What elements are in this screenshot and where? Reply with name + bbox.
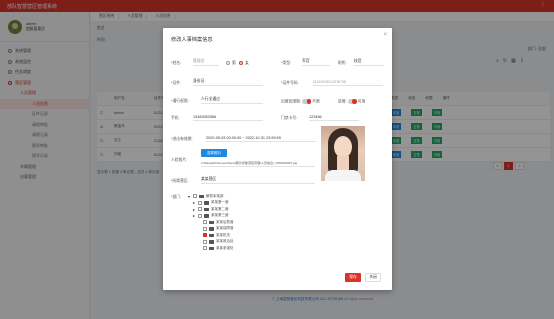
- door-card-label: 门禁卡号:: [281, 116, 298, 120]
- folder-icon: [209, 246, 214, 250]
- tree-node[interactable]: ▸ 某某第三营: [188, 213, 234, 220]
- save-button[interactable]: 保存: [345, 273, 361, 282]
- folder-icon: [209, 227, 214, 231]
- folder-icon: [204, 207, 209, 211]
- cert-type-label: *证件:: [171, 81, 182, 85]
- tree-node[interactable]: ▸ 某某第二营: [188, 206, 234, 213]
- cert-no-label: *证件号码:: [281, 81, 299, 85]
- in-label: 进营: 可用: [338, 99, 366, 104]
- tree-checkbox[interactable]: [198, 213, 202, 218]
- phone-field[interactable]: 13482552566: [193, 113, 263, 121]
- tree-checkbox[interactable]: [203, 239, 207, 244]
- camp-label: *所属营区:: [171, 179, 189, 183]
- out-limit-toggle[interactable]: [302, 99, 312, 104]
- close-icon[interactable]: ×: [383, 32, 387, 38]
- gender-male-radio[interactable]: [226, 61, 230, 65]
- folder-icon: [199, 194, 204, 198]
- folder-icon: [209, 240, 214, 244]
- tree-checkbox[interactable]: [198, 200, 202, 205]
- folder-icon: [209, 233, 214, 237]
- choose-photo-button[interactable]: 选择照片: [201, 149, 227, 157]
- cancel-button[interactable]: 关闭: [365, 273, 381, 282]
- validity-label: *进出有效期:: [171, 137, 193, 141]
- folder-icon: [204, 201, 209, 205]
- phone-label: 手机:: [171, 116, 180, 120]
- name-field[interactable]: 管理员: [193, 58, 219, 66]
- pass-permission-label: *通行权限:: [171, 99, 189, 103]
- pass-permission-select[interactable]: 人行全通过: [201, 96, 263, 104]
- face-photo-preview: [321, 126, 365, 181]
- tree-checkbox[interactable]: [198, 207, 202, 212]
- tree-node[interactable]: ▸ 某某第一营: [188, 200, 234, 207]
- cert-type-select[interactable]: 身份证: [193, 78, 263, 86]
- tree-checkbox[interactable]: [203, 226, 207, 231]
- camp-select[interactable]: 某某营区: [201, 176, 315, 184]
- type-label: *类型:: [281, 61, 292, 65]
- tree-checkbox[interactable]: [203, 246, 207, 251]
- face-photo-label: 人脸照片:: [171, 158, 188, 162]
- cert-no-field[interactable]: 512130190112190738: [313, 78, 383, 86]
- folder-icon: [204, 214, 209, 218]
- dialog-title: 修改人事档案信息: [171, 37, 213, 43]
- validity-range-field[interactable]: 2020-05-03 00:00:00 ~ 2022-10-31 23:59:5…: [206, 134, 316, 142]
- out-limit-label: 出营区限制: 不限: [281, 99, 320, 104]
- door-card-field[interactable]: 123456: [309, 113, 359, 121]
- rank-select[interactable]: 校官: [354, 58, 384, 66]
- tree-checkbox[interactable]: [203, 220, 207, 225]
- edit-personnel-dialog: 修改人事档案信息 × *姓名: 管理员 男 女 *类型: 军官 职衔: 校官 *…: [163, 28, 392, 290]
- tree-node[interactable]: 某某参谋处: [188, 245, 234, 252]
- gender-radio-group: 男 女: [226, 61, 249, 66]
- tree-checkbox[interactable]: [193, 194, 197, 199]
- rank-label: 职衔:: [338, 61, 347, 65]
- dept-label: *部门:: [171, 195, 182, 199]
- name-label: *姓名:: [171, 61, 182, 65]
- folder-icon: [209, 220, 214, 224]
- dept-tree: ▾ 解放军某部 ▸ 某某第一营 ▸ 某某第二营 ▸ 某某第三营 某某后勤营 某某保障营 …: [188, 193, 234, 252]
- tree-checkbox[interactable]: [203, 233, 207, 238]
- gender-female-radio[interactable]: [238, 61, 243, 65]
- in-toggle[interactable]: [347, 99, 357, 104]
- type-select[interactable]: 军官: [302, 58, 330, 66]
- face-path-field[interactable]: c:\fakepath\Tencent\Face\部队管理\营区管理\人员信息\…: [201, 159, 315, 167]
